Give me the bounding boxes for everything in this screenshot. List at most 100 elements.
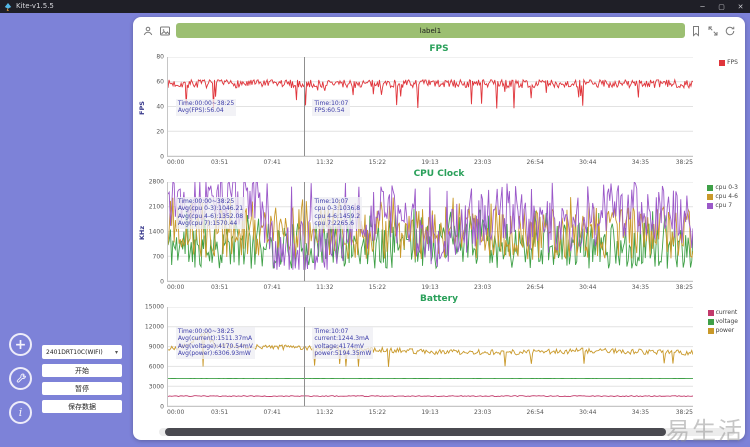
x-tick-label: 03:51 [210,409,229,416]
x-tick-label: 07:41 [263,159,281,166]
chart-toolbar [142,22,736,39]
user-icon[interactable] [142,25,154,37]
device-select-value: 2401DRT10C(WIFI) [46,348,103,356]
info-icon: i [18,406,23,419]
legend-item[interactable]: cpu 0-3 [707,184,738,191]
cpu 7-swatch [707,202,714,209]
tooltip-cursor: Time:10:07 current:1244.3mA voltage:4174mV… [312,326,374,359]
legend: cpu 0-3 cpu 4-6 cpu 7 [707,184,738,209]
cpu 4-6-swatch [707,193,714,200]
device-select[interactable]: 2401DRT10C(WIFI) ▾ [42,345,122,359]
x-tick-label: 11:32 [316,159,334,166]
current-swatch [707,309,714,316]
x-tick-label: 15:22 [368,409,387,416]
y-tick-label: 3000 [148,383,164,391]
legend-label: cpu 0-3 [715,184,738,191]
scrollbar-thumb[interactable] [165,428,667,436]
tooltip-range: Time:00:00~38:25 Avg(current):1511.37mA Av… [175,326,255,359]
x-axis-ticks: 00:00 03:51 07:41 11:32 15:22 19:13 23:03 26:54… [167,284,693,293]
power-swatch [707,327,714,334]
tooltip-range: Time:00:00~38:25 Avg(cpu 0-3):1046.21 Avg(… [175,196,246,229]
charts-area: FPS FPS 0 20 40 60 80 Time:00:00~38:25 Avg(FP… [138,44,739,419]
legend-label: current [715,309,738,316]
label-input[interactable] [176,23,685,38]
y-tick-label: 60 [156,78,164,86]
y-tick-label: 2100 [148,203,164,211]
x-tick-label: 00:00 [167,284,185,291]
x-tick-label: 34:35 [631,159,650,166]
x-tick-label: 30:44 [579,409,597,416]
close-button[interactable]: ✕ [731,0,750,13]
expand-icon[interactable] [707,25,719,37]
x-tick-label: 30:44 [579,284,597,291]
x-tick-label: 26:54 [526,159,544,166]
tooltip-range: Time:00:00~38:25 Avg(FPS):56.04 [175,98,237,116]
legend-item[interactable]: current [707,309,738,316]
image-icon[interactable] [159,25,171,37]
cpu-clock-plot-svg [168,182,693,281]
legend-label: cpu 4-6 [715,193,738,200]
x-axis-ticks: 00:00 03:51 07:41 11:32 15:22 19:13 23:03 26:54… [167,409,693,418]
tools-button[interactable] [9,367,32,390]
battery-plot[interactable]: Time:00:00~38:25 Avg(current):1511.37mA Av… [167,307,693,407]
maximize-button[interactable]: ▢ [712,0,731,13]
horizontal-scrollbar[interactable] [159,428,735,436]
y-tick-label: 12000 [144,323,164,331]
legend-label: cpu 7 [715,202,733,209]
x-tick-label: 23:03 [473,284,492,291]
wrench-icon [16,373,26,383]
legend-item[interactable]: cpu 4-6 [707,193,738,200]
x-tick-label: 23:03 [473,409,492,416]
pause-button[interactable]: 暂停 [42,382,122,395]
fps-plot-svg [168,57,693,156]
chart-title: FPS [429,44,449,54]
start-button[interactable]: 开始 [42,364,122,377]
y-tick-label: 6000 [148,363,164,371]
legend-label: FPS [727,59,738,66]
y-tick-label: 80 [156,53,164,61]
legend: current voltage power [707,309,738,334]
fps-plot[interactable]: Time:00:00~38:25 Avg(FPS):56.04 Time:10:07… [167,57,693,157]
refresh-icon[interactable] [724,25,736,37]
add-button[interactable]: + [9,333,32,356]
save-data-button[interactable]: 保存数据 [42,400,122,413]
y-tick-label: 20 [156,128,164,136]
minimize-button[interactable]: ─ [693,0,712,13]
fps-chart: FPS FPS 0 20 40 60 80 Time:00:00~38:25 Avg(FP… [138,44,739,169]
legend-item[interactable]: power [707,327,738,334]
x-tick-label: 07:41 [263,284,281,291]
voltage-swatch [707,318,714,325]
FPS-swatch [719,59,726,66]
window-title: Kite-v1.5.5 [16,2,54,10]
x-tick-label: 11:32 [316,284,334,291]
y-tick-label: 1400 [148,228,164,236]
legend-label: voltage [715,318,738,325]
x-tick-label: 19:13 [421,284,439,291]
x-tick-label: 19:13 [421,409,439,416]
cpu 0-3-swatch [707,184,714,191]
tooltip-cursor: Time:10:07 FPS:60.54 [312,98,351,116]
y-tick-label: 0 [160,403,164,411]
legend-item[interactable]: FPS [719,59,738,66]
y-tick-label: 15000 [144,303,164,311]
cpu-clock-plot[interactable]: Time:00:00~38:25 Avg(cpu 0-3):1046.21 Avg(… [167,182,693,282]
x-tick-label: 15:22 [368,284,387,291]
x-tick-label: 15:22 [368,159,387,166]
info-button[interactable]: i [9,401,32,424]
y-tick-label: 0 [160,153,164,161]
series-current [168,396,693,397]
x-axis-ticks: 00:00 03:51 07:41 11:32 15:22 19:13 23:03 26:54… [167,159,693,168]
legend-item[interactable]: cpu 7 [707,202,738,209]
legend-item[interactable]: voltage [707,318,738,325]
x-tick-label: 38:25 [675,284,693,291]
cpu-clock-chart: CPU Clock KHz 0 700 1400 2100 2800 Time:00:0… [138,169,739,294]
x-tick-label: 34:35 [631,409,650,416]
y-tick-label: 40 [156,103,164,111]
main-panel: FPS FPS 0 20 40 60 80 Time:00:00~38:25Avg(FP… [133,17,745,440]
y-axis-ticks: 0 3000 6000 9000 12000 15000 [143,303,166,411]
x-tick-label: 34:35 [631,284,650,291]
y-tick-label: 2800 [148,178,164,186]
bookmark-icon[interactable] [690,25,702,37]
y-tick-label: 700 [152,253,164,261]
legend: FPS [719,59,738,66]
